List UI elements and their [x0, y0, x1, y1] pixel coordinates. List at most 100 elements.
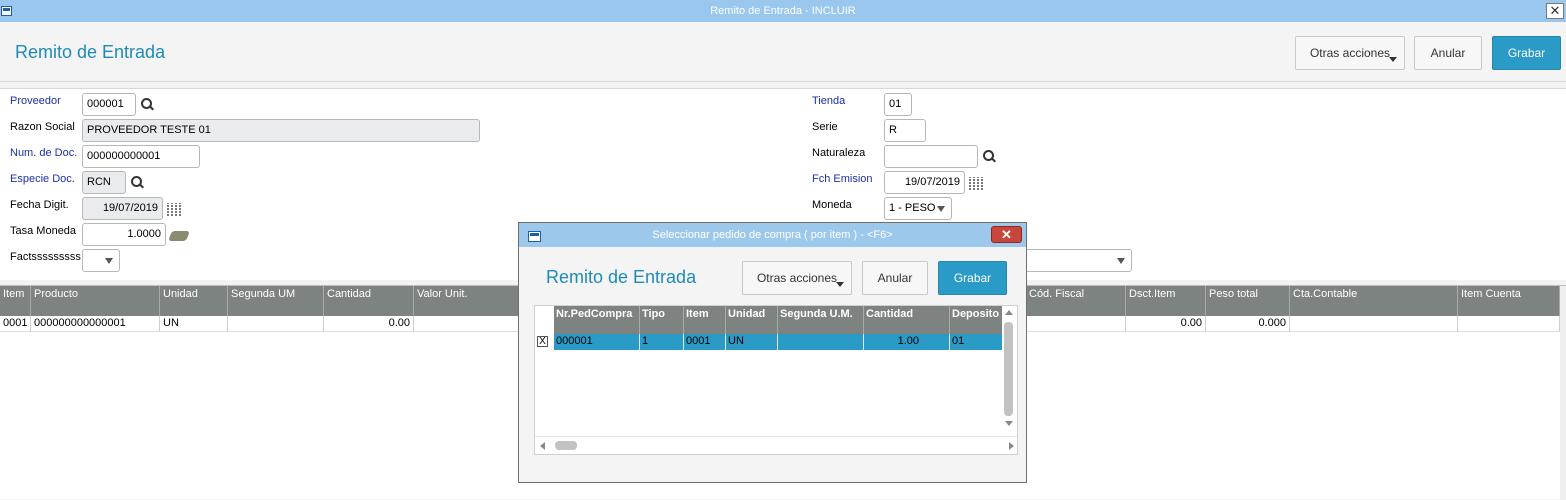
cell-item-cuenta[interactable]: [1458, 316, 1560, 332]
dialog-grid: Nr.PedCompra Tipo Item Unidad Segunda U.…: [534, 305, 1018, 455]
col-nr-pedcompra[interactable]: Nr.PedCompra: [554, 306, 640, 334]
grabar-button[interactable]: Grabar: [1492, 36, 1561, 70]
select-purchase-order-dialog: Seleccionar pedido de compra ( por item …: [518, 222, 1027, 483]
grid-vertical-scrollbar[interactable]: [1560, 286, 1566, 500]
tienda-label: Tienda: [812, 95, 846, 107]
window-title: Remito de Entrada - INCLUIR: [710, 5, 856, 17]
tienda-field[interactable]: 01: [884, 93, 912, 116]
col-peso-total[interactable]: Peso total: [1206, 286, 1290, 316]
col-unidad[interactable]: Unidad: [726, 306, 778, 334]
scroll-right-icon[interactable]: [1009, 442, 1014, 450]
fecha-digit-field[interactable]: 19/07/2019: [82, 197, 163, 220]
col-unidad[interactable]: Unidad: [160, 286, 228, 316]
anular-button[interactable]: Anular: [1414, 36, 1482, 70]
calendar-icon[interactable]: [969, 177, 985, 190]
col-cod-fiscal[interactable]: Cód. Fiscal: [1026, 286, 1126, 316]
proveedor-field[interactable]: 000001: [82, 93, 136, 116]
cell-dsct-item[interactable]: 0.00: [1126, 316, 1206, 332]
partial-combo[interactable]: [1020, 249, 1132, 272]
razon-social-field[interactable]: PROVEEDOR TESTE 01: [82, 119, 480, 142]
cell-segunda-um[interactable]: [778, 334, 864, 350]
calendar-icon[interactable]: [167, 203, 183, 216]
cell-unidad[interactable]: UN: [160, 316, 228, 332]
col-item[interactable]: Item: [684, 306, 726, 334]
dialog-vertical-scrollbar[interactable]: [1002, 306, 1017, 430]
col-cantidad[interactable]: Cantidad: [864, 306, 950, 334]
chevron-down-icon: [836, 282, 844, 287]
factsssssss-label: Factsssssssss: [10, 251, 81, 263]
dialog-grid-header: Nr.PedCompra Tipo Item Unidad Segunda U.…: [554, 306, 1004, 334]
col-item-cuenta[interactable]: Item Cuenta: [1458, 286, 1560, 316]
moneda-label: Moneda: [812, 199, 852, 211]
scroll-down-icon[interactable]: [1005, 421, 1013, 426]
dialog-otras-acciones-label: Otras acciones: [756, 271, 838, 285]
chevron-down-icon: [1389, 57, 1397, 62]
cell-item[interactable]: 0001: [684, 334, 726, 350]
col-producto[interactable]: Producto: [31, 286, 160, 316]
col-segunda-um[interactable]: Segunda U.M.: [778, 306, 864, 334]
chevron-down-icon[interactable]: [105, 258, 113, 264]
cell-producto[interactable]: 000000000000001: [31, 316, 160, 332]
window-close-icon[interactable]: ✕: [1546, 3, 1564, 19]
scroll-up-icon[interactable]: [1005, 310, 1013, 315]
dialog-grabar-button[interactable]: Grabar: [938, 261, 1007, 295]
col-tipo[interactable]: Tipo: [640, 306, 684, 334]
proveedor-label: Proveedor: [10, 95, 61, 107]
cell-cod-fiscal[interactable]: [1026, 316, 1126, 332]
dialog-otras-acciones-button[interactable]: Otras acciones: [742, 261, 852, 295]
col-segunda-um[interactable]: Segunda UM: [228, 286, 324, 316]
dialog-title: Seleccionar pedido de compra ( por item …: [652, 229, 893, 241]
scroll-thumb[interactable]: [1004, 322, 1013, 416]
serie-label: Serie: [812, 121, 838, 133]
window-titlebar: Remito de Entrada - INCLUIR ✕: [0, 0, 1566, 22]
row-checkbox[interactable]: X: [537, 336, 548, 347]
fch-emision-label: Fch Emision: [812, 173, 873, 185]
fecha-digit-label: Fecha Digit.: [10, 199, 69, 211]
dialog-page-title: Remito de Entrada: [546, 267, 697, 287]
factsssssss-combo[interactable]: [82, 249, 120, 272]
cell-deposito[interactable]: 01: [950, 334, 1004, 350]
tasa-moneda-label: Tasa Moneda: [10, 225, 77, 237]
cell-segunda-um[interactable]: [228, 316, 324, 332]
money-icon[interactable]: [168, 231, 190, 241]
especie-doc-label: Especie Doc.: [10, 173, 75, 185]
fch-emision-field[interactable]: 19/07/2019: [884, 171, 965, 194]
page-header: Remito de Entrada Otras acciones Anular …: [0, 22, 1566, 82]
chevron-down-icon[interactable]: [937, 206, 945, 212]
cell-unidad[interactable]: UN: [726, 334, 778, 350]
scroll-left-icon[interactable]: [540, 442, 545, 450]
num-doc-field[interactable]: 000000000001: [82, 145, 200, 168]
table-row[interactable]: 000001 1 0001 UN 1.00 01: [554, 334, 1004, 350]
window-icon: [1, 6, 12, 16]
col-item[interactable]: Item: [0, 286, 31, 316]
dialog-anular-button[interactable]: Anular: [862, 261, 928, 295]
tasa-moneda-field[interactable]: 1.0000: [82, 223, 166, 246]
naturaleza-field[interactable]: [884, 145, 978, 168]
search-icon[interactable]: [983, 150, 997, 164]
cell-item[interactable]: 0001: [0, 316, 31, 332]
cell-peso-total[interactable]: 0.000: [1206, 316, 1290, 332]
otras-acciones-button[interactable]: Otras acciones: [1295, 36, 1405, 70]
col-cantidad[interactable]: Cantidad: [324, 286, 414, 316]
serie-field[interactable]: R: [884, 119, 926, 142]
col-dsct-item[interactable]: Dsct.Item: [1126, 286, 1206, 316]
cell-cantidad[interactable]: 0.00: [324, 316, 414, 332]
cell-nr-pedcompra[interactable]: 000001: [554, 334, 640, 350]
cell-cantidad[interactable]: 1.00: [864, 334, 950, 350]
especie-doc-field[interactable]: RCN: [82, 171, 126, 194]
naturaleza-label: Naturaleza: [812, 147, 866, 159]
otras-acciones-label: Otras acciones: [1309, 46, 1391, 60]
cell-tipo[interactable]: 1: [640, 334, 684, 350]
scroll-thumb[interactable]: [555, 441, 577, 450]
chevron-down-icon[interactable]: [1117, 258, 1125, 264]
col-deposito[interactable]: Deposito: [950, 306, 1004, 334]
search-icon[interactable]: [131, 176, 145, 190]
col-cta-contable[interactable]: Cta.Contable: [1290, 286, 1458, 316]
razon-social-label: Razon Social: [10, 121, 75, 133]
search-icon[interactable]: [141, 98, 155, 112]
num-doc-label: Num. de Doc.: [10, 147, 78, 159]
cell-cta-contable[interactable]: [1290, 316, 1458, 332]
dialog-close-icon[interactable]: ✕: [991, 226, 1022, 243]
dialog-horizontal-scrollbar[interactable]: [535, 436, 1017, 454]
dialog-titlebar: Seleccionar pedido de compra ( por item …: [519, 223, 1026, 247]
